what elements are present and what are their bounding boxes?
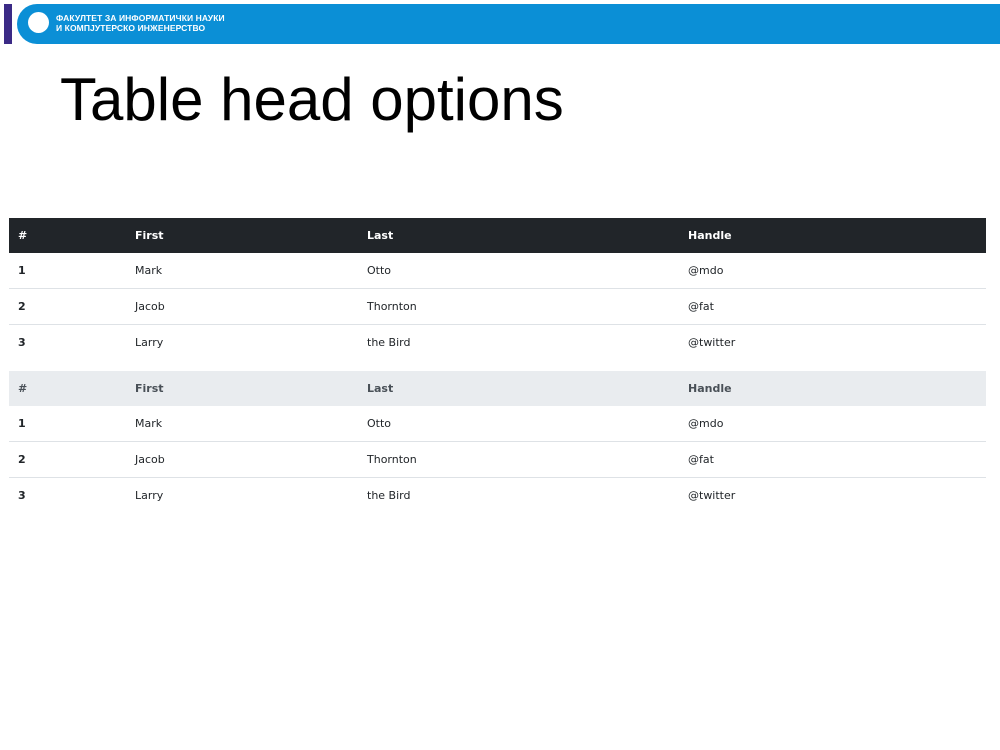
- cell-number: 3: [9, 477, 126, 513]
- cell-first: Larry: [126, 324, 358, 360]
- cell-first: Larry: [126, 477, 358, 513]
- cell-first: Mark: [135, 264, 163, 277]
- table-row: 3 Larry the Bird @twitter: [9, 477, 986, 513]
- cell-first: Jacob: [126, 441, 358, 478]
- column-header-last: Last: [358, 218, 679, 253]
- logo-circle-icon: [28, 12, 49, 33]
- table-row: 3 Larry the Bird @twitter: [9, 324, 986, 360]
- faculty-name-line2: И КОМПЈУТЕРСКО ИНЖЕНЕРСТВО: [56, 23, 206, 33]
- slide-title: Table head options: [60, 66, 564, 133]
- cell-handle: @mdo: [688, 264, 724, 277]
- cell-last: the Bird: [358, 477, 679, 513]
- table-row: 1 Mark Otto @mdo: [9, 253, 986, 289]
- cell-first: Jacob: [126, 288, 358, 325]
- faculty-name-line1: ФАКУЛТЕТ ЗА ИНФОРМАТИЧКИ НАУКИ: [56, 13, 225, 23]
- table-light-head: # First Last Handle 1 Mark Otto @mdo 2 J…: [9, 371, 986, 513]
- column-header-last: Last: [358, 371, 679, 406]
- column-header-first: First: [126, 218, 358, 253]
- cell-number: 1: [18, 417, 26, 430]
- faculty-name: ФАКУЛТЕТ ЗА ИНФОРМАТИЧКИ НАУКИ И КОМПЈУТ…: [56, 13, 225, 33]
- column-header-handle: Handle: [679, 218, 986, 253]
- cell-first: Mark: [135, 417, 163, 430]
- cell-handle: @fat: [679, 441, 986, 478]
- cell-handle: @fat: [679, 288, 986, 325]
- column-header-first: First: [126, 371, 358, 406]
- table-header-row: # First Last Handle: [9, 371, 986, 406]
- faculty-banner: ФАКУЛТЕТ ЗА ИНФОРМАТИЧКИ НАУКИ И КОМПЈУТ…: [0, 0, 1000, 48]
- cell-last: Otto: [367, 417, 392, 430]
- table-row: 2 Jacob Thornton @fat: [9, 441, 986, 478]
- column-header-number: #: [9, 371, 126, 406]
- column-header-handle: Handle: [679, 371, 986, 406]
- cell-number: 3: [9, 324, 126, 360]
- cell-handle: @twitter: [679, 324, 986, 360]
- cell-handle: @mdo: [688, 417, 724, 430]
- cell-last: Thornton: [358, 288, 679, 325]
- banner-stripe: [4, 4, 12, 44]
- cell-last: Thornton: [358, 441, 679, 478]
- table-row: 2 Jacob Thornton @fat: [9, 288, 986, 325]
- cell-handle: @twitter: [679, 477, 986, 513]
- cell-number: 2: [9, 288, 126, 325]
- table-header-row: # First Last Handle: [9, 218, 986, 253]
- column-header-number: #: [9, 218, 126, 253]
- table-row: 1 Mark Otto @mdo: [9, 406, 986, 442]
- cell-number: 2: [9, 441, 126, 478]
- cell-last: the Bird: [358, 324, 679, 360]
- cell-number: 1: [18, 264, 26, 277]
- cell-last: Otto: [367, 264, 392, 277]
- table-dark-head: # First Last Handle 1 Mark Otto @mdo 2 J…: [9, 218, 986, 360]
